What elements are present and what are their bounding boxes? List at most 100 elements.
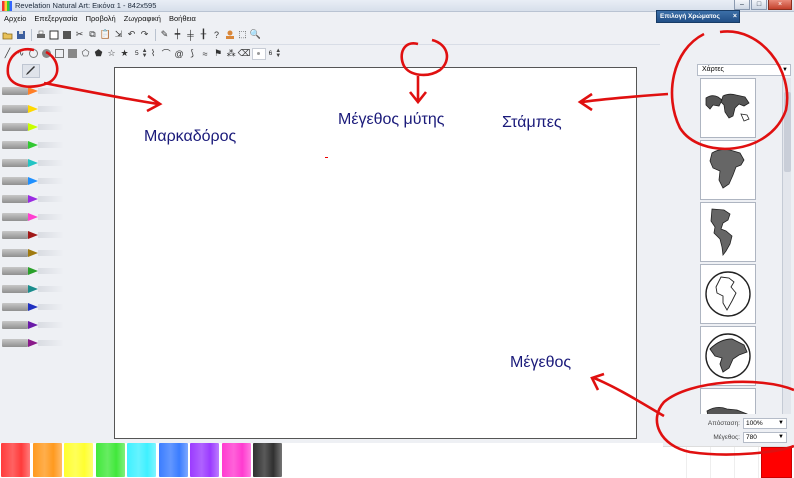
palette-swatch[interactable] xyxy=(64,443,93,477)
marker-color-item[interactable] xyxy=(0,136,66,154)
marker-color-item[interactable] xyxy=(0,262,66,280)
stamp-globe-shaded[interactable] xyxy=(700,326,756,386)
marker-tool-icon[interactable] xyxy=(22,64,40,78)
redo-icon[interactable]: ↷ xyxy=(139,29,150,40)
color-chooser-close-icon[interactable]: × xyxy=(733,11,737,22)
palette-swatch[interactable] xyxy=(253,443,282,477)
marker-color-item[interactable] xyxy=(0,118,66,136)
palette-swatch[interactable] xyxy=(95,443,125,477)
palette-swatch[interactable] xyxy=(32,443,62,477)
palette-swatch[interactable] xyxy=(158,443,188,477)
curve-icon[interactable]: ∿ xyxy=(15,48,26,59)
palette-swatch[interactable] xyxy=(127,443,156,477)
size-select[interactable]: 780 ▼ xyxy=(743,431,787,443)
rectangle-filled-icon[interactable] xyxy=(67,48,78,59)
marker-color-item[interactable] xyxy=(0,82,66,100)
menu-paint[interactable]: Ζωγραφική xyxy=(124,14,161,23)
marker-color-item[interactable] xyxy=(0,280,66,298)
eraser-icon[interactable]: ⌫ xyxy=(238,48,251,59)
marker-color-item[interactable] xyxy=(0,334,66,352)
stamp-americas[interactable] xyxy=(700,202,756,262)
spray-icon[interactable]: ⁂ xyxy=(226,48,237,59)
marker-body xyxy=(2,177,28,185)
menu-help[interactable]: Βοήθεια xyxy=(169,14,196,23)
arc-icon[interactable]: ⌒ xyxy=(161,48,172,59)
pentagon-filled-icon[interactable]: ⬟ xyxy=(93,48,104,59)
pentagon-icon[interactable]: ⬠ xyxy=(80,48,91,59)
close-button[interactable]: × xyxy=(768,0,792,10)
tip-size-swatch[interactable] xyxy=(251,47,266,60)
star-filled-icon[interactable]: ★ xyxy=(119,48,130,59)
marker-shadow xyxy=(38,322,64,328)
stamp-world-map[interactable] xyxy=(700,78,756,138)
palette-swatch[interactable] xyxy=(221,443,251,477)
stamp-scrollbar[interactable] xyxy=(782,78,791,414)
circle-filled-icon[interactable] xyxy=(41,48,52,59)
zoom-icon[interactable]: 🔍 xyxy=(250,29,261,40)
undo-icon[interactable]: ↶ xyxy=(126,29,137,40)
maximize-button[interactable]: □ xyxy=(751,0,767,10)
custom-color-slot[interactable] xyxy=(663,447,687,478)
marker-color-item[interactable] xyxy=(0,226,66,244)
marker-color-item[interactable] xyxy=(0,100,66,118)
scrollbar-thumb[interactable] xyxy=(784,92,791,172)
marker-body xyxy=(2,231,28,239)
stamp-world-map-small[interactable] xyxy=(700,388,756,414)
distance-select[interactable]: 100% ▼ xyxy=(743,417,787,429)
color-chooser-title: Επιλογή Χρώματος xyxy=(660,13,720,20)
custom-color-slot[interactable] xyxy=(735,447,759,478)
minimize-button[interactable]: – xyxy=(734,0,750,10)
curve-tool-icon[interactable]: ⟆ xyxy=(187,48,198,59)
marker-color-item[interactable] xyxy=(0,244,66,262)
vertical-ruler-icon[interactable]: ╂ xyxy=(198,29,209,40)
marker-color-item[interactable] xyxy=(0,172,66,190)
marker-color-item[interactable] xyxy=(0,316,66,334)
smudge-icon[interactable]: ≈ xyxy=(200,48,211,59)
stamp-globe-europe-africa[interactable] xyxy=(700,264,756,324)
marker-body xyxy=(2,303,28,311)
palette-swatch[interactable] xyxy=(1,443,30,477)
current-color-swatch[interactable] xyxy=(761,447,792,478)
marker-shadow xyxy=(38,286,64,292)
cut-icon[interactable]: ✂ xyxy=(74,29,85,40)
chevron-down-icon: ▼ xyxy=(778,433,784,440)
marker-color-item[interactable] xyxy=(0,298,66,316)
brush-size-value: 5 xyxy=(135,50,139,57)
app-window: Revelation Natural Art: Εικόνα 1 - 842x5… xyxy=(0,0,794,478)
stamp-category-dropdown[interactable]: Χάρτες ▼ xyxy=(697,64,791,76)
custom-color-slot[interactable] xyxy=(711,447,735,478)
circle-outline-icon[interactable] xyxy=(28,48,39,59)
marker-color-item[interactable] xyxy=(0,154,66,172)
stamp-category-value: Χάρτες xyxy=(702,66,724,73)
color-chooser-tab[interactable]: Επιλογή Χρώματος × xyxy=(656,10,740,23)
menu-edit[interactable]: Επεξεργασία xyxy=(34,14,77,23)
copy-icon[interactable]: ⧉ xyxy=(87,29,98,40)
stamp-africa[interactable] xyxy=(700,140,756,200)
menu-view[interactable]: Προβολή xyxy=(86,14,116,23)
print-icon[interactable] xyxy=(35,29,46,40)
help-cursor-icon[interactable]: ? xyxy=(211,29,222,40)
select-icon[interactable]: ⇲ xyxy=(113,29,124,40)
open-icon[interactable] xyxy=(2,29,13,40)
paste-icon[interactable]: 📋 xyxy=(100,29,111,40)
menu-file[interactable]: Αρχείο xyxy=(4,14,26,23)
spiral-icon[interactable]: @ xyxy=(174,48,185,59)
star-outline-icon[interactable]: ☆ xyxy=(106,48,117,59)
save-icon[interactable] xyxy=(15,29,26,40)
horizontal-ruler-icon[interactable]: ┿ xyxy=(172,29,183,40)
marker-color-item[interactable] xyxy=(0,190,66,208)
new-canvas-icon[interactable] xyxy=(48,29,59,40)
custom-color-slot[interactable] xyxy=(687,447,711,478)
eyedropper-icon[interactable]: ✎ xyxy=(159,29,170,40)
rectangle-outline-icon[interactable] xyxy=(54,48,65,59)
stamp-tool-icon[interactable] xyxy=(224,29,235,40)
line-spacing-icon[interactable]: ╪ xyxy=(185,29,196,40)
palette-swatch[interactable] xyxy=(190,443,219,477)
lasso-icon[interactable]: ⬚ xyxy=(237,29,248,40)
flag-icon[interactable]: ⚑ xyxy=(213,48,224,59)
polyline-icon[interactable]: ⌇ xyxy=(148,48,159,59)
tip-size-stepper[interactable]: ▲ ▼ xyxy=(275,48,281,59)
marker-color-item[interactable] xyxy=(0,208,66,226)
fill-icon[interactable] xyxy=(61,29,72,40)
line-icon[interactable]: ╱ xyxy=(2,48,13,59)
